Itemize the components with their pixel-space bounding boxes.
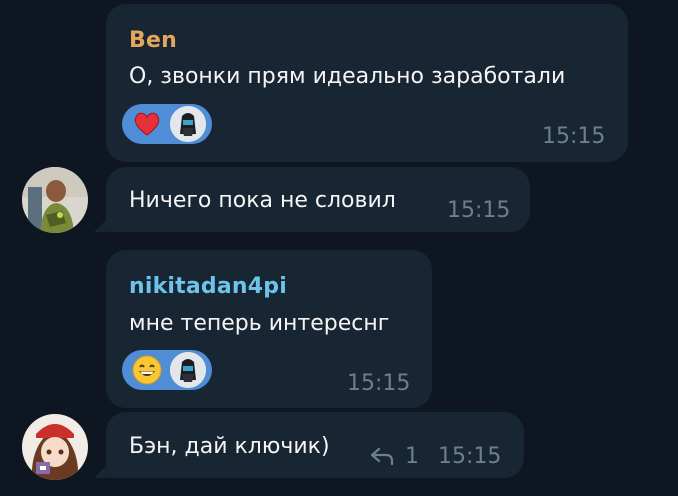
message-time: 15:15 xyxy=(542,124,606,149)
message-bubble[interactable]: Бэн, дай ключик) 1 15:15 xyxy=(106,412,524,478)
sender-avatar[interactable] xyxy=(22,414,88,480)
sender-avatar[interactable] xyxy=(22,167,88,233)
message-text: Ничего пока не словил xyxy=(129,188,396,213)
heart-emoji-icon xyxy=(134,112,160,136)
message-bubble[interactable]: Ничего пока не словил 15:15 xyxy=(106,167,530,232)
reaction-chip[interactable] xyxy=(122,350,212,390)
sender-name[interactable]: nikitadan4pi xyxy=(129,274,287,299)
message-time: 15:15 xyxy=(438,444,502,469)
replies-count[interactable]: 1 xyxy=(405,444,419,469)
message-text: Бэн, дай ключик) xyxy=(129,434,330,459)
message-text: мне теперь интереснг xyxy=(129,311,390,336)
grinning-emoji-icon xyxy=(132,355,162,385)
message-bubble[interactable]: nikitadan4pi мне теперь интереснг 15:15 xyxy=(106,250,432,408)
message-time: 15:15 xyxy=(447,198,511,223)
message-text: О, звонки прям идеально заработали xyxy=(129,64,566,89)
reply-arrow-icon[interactable] xyxy=(370,446,394,466)
reactor-avatar xyxy=(170,106,206,142)
sender-name[interactable]: Ben xyxy=(129,28,177,53)
reactor-avatar xyxy=(170,352,206,388)
message-bubble[interactable]: Ben О, звонки прям идеально заработали 1… xyxy=(106,4,628,162)
message-time: 15:15 xyxy=(347,371,411,396)
reaction-chip[interactable] xyxy=(122,104,212,144)
